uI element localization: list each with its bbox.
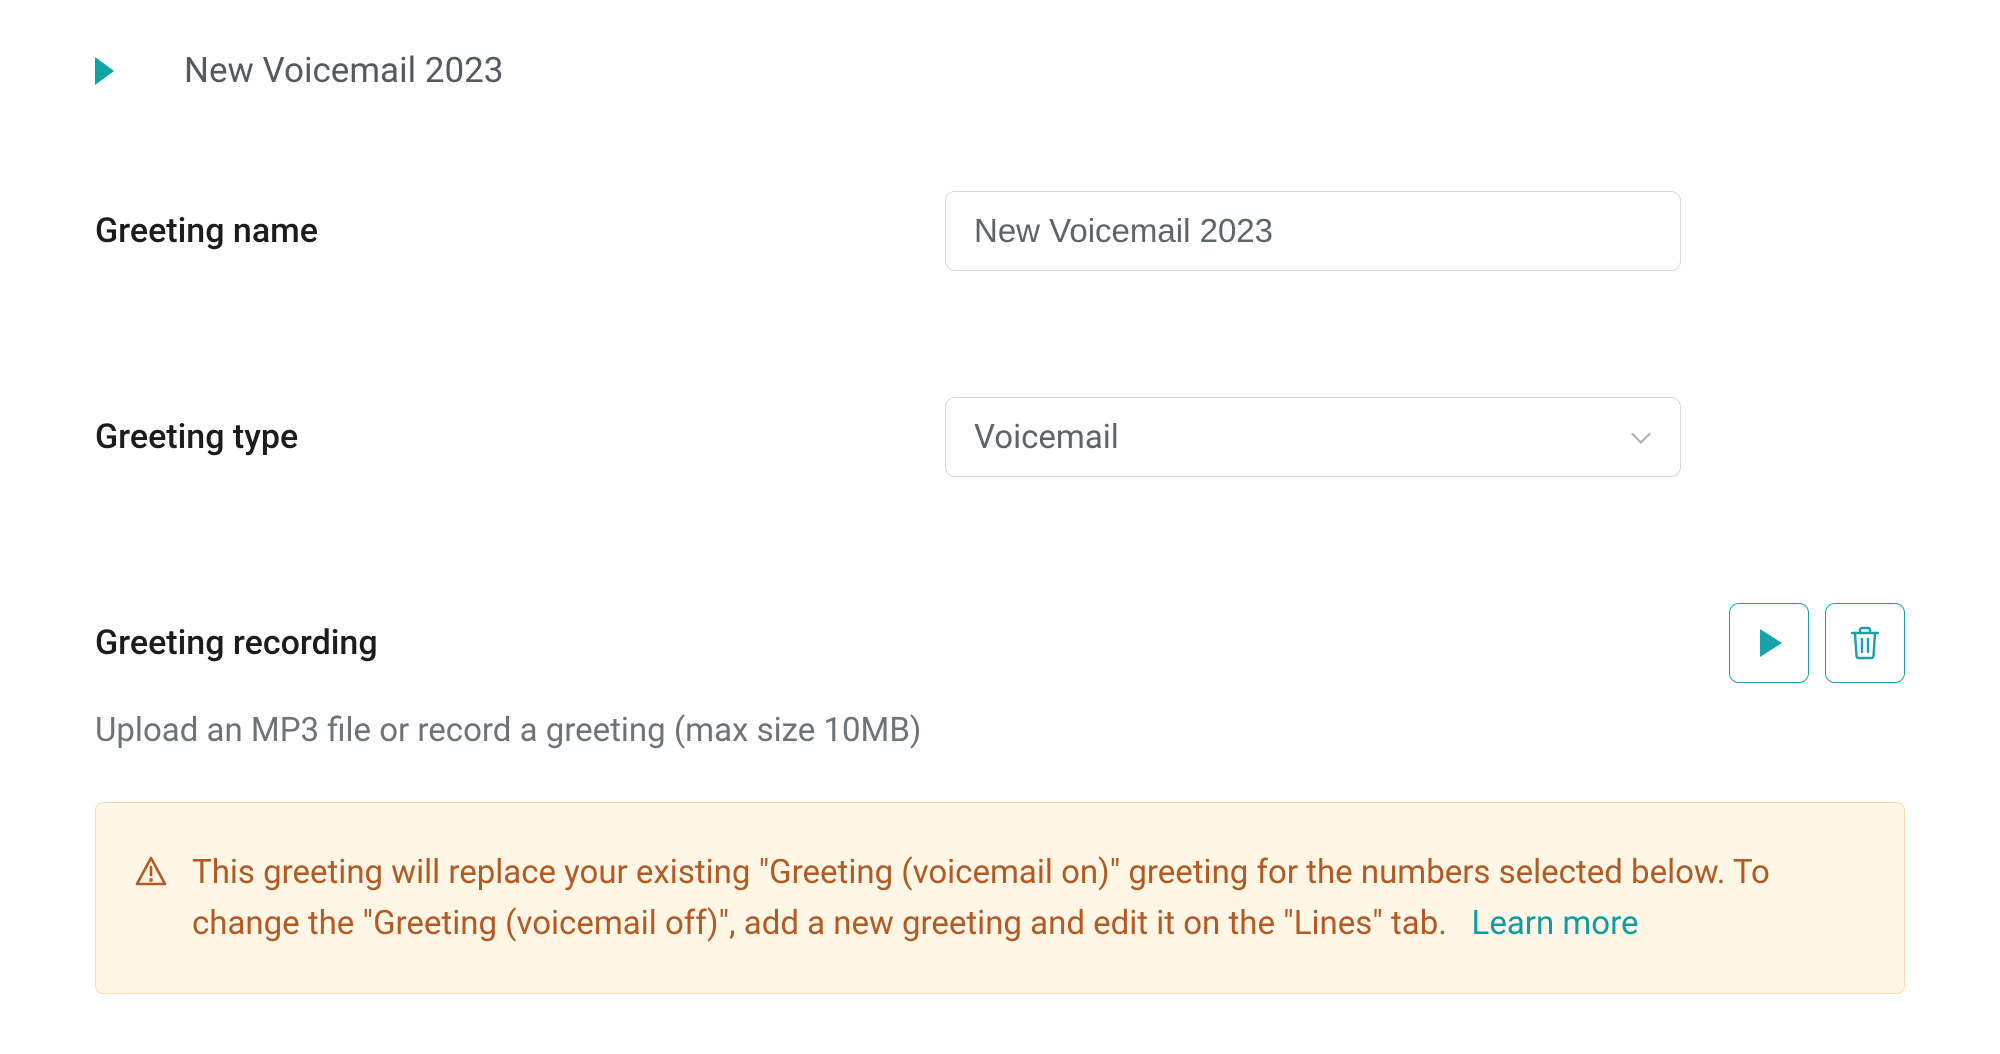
greeting-name-input[interactable] — [945, 191, 1681, 271]
warning-panel: This greeting will replace your existing… — [95, 802, 1905, 994]
page-title: New Voicemail 2023 — [184, 50, 503, 91]
greeting-type-value: Voicemail — [974, 418, 1119, 457]
greeting-name-label: Greeting name — [95, 211, 945, 251]
play-icon — [1760, 629, 1782, 657]
chevron-down-icon — [1632, 427, 1652, 447]
header-row: New Voicemail 2023 — [95, 50, 1905, 91]
delete-recording-button[interactable] — [1825, 603, 1905, 683]
greeting-recording-title: Greeting recording — [95, 623, 378, 663]
row-greeting-name: Greeting name — [95, 191, 1905, 271]
greeting-type-label: Greeting type — [95, 417, 945, 457]
greeting-recording-subtitle: Upload an MP3 file or record a greeting … — [95, 711, 1905, 750]
greeting-recording-section: Greeting recording — [95, 603, 1905, 750]
greeting-type-select[interactable]: Voicemail — [945, 397, 1681, 477]
recording-actions — [1729, 603, 1905, 683]
play-recording-button[interactable] — [1729, 603, 1809, 683]
warning-text-block: This greeting will replace your existing… — [192, 847, 1866, 949]
warning-icon — [134, 855, 168, 887]
disclosure-triangle-icon[interactable] — [95, 57, 114, 85]
learn-more-link[interactable]: Learn more — [1472, 904, 1639, 943]
trash-icon — [1850, 626, 1880, 660]
row-greeting-type: Greeting type Voicemail — [95, 397, 1905, 477]
